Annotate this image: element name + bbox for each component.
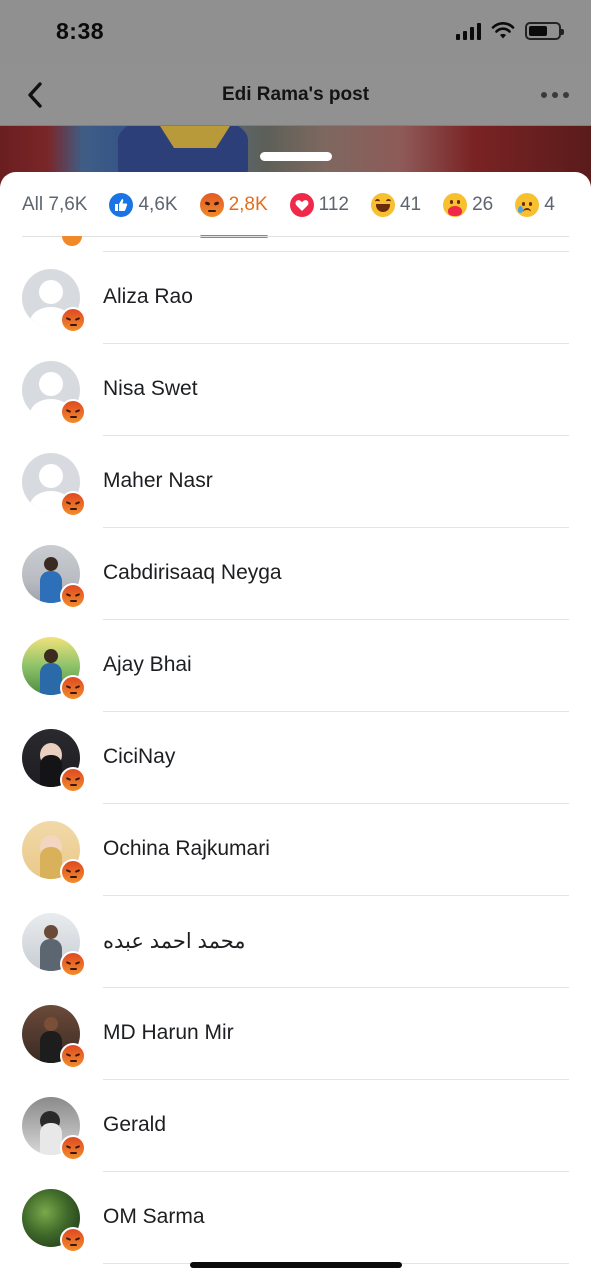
list-item[interactable]: Cabdirisaaq Neyga <box>0 528 591 620</box>
list-item[interactable]: Nisa Swet <box>0 344 591 436</box>
tab-label: 112 <box>318 194 349 215</box>
angry-reaction-badge <box>60 307 86 333</box>
angry-reaction-badge <box>60 951 86 977</box>
angry-reaction-badge <box>60 859 86 885</box>
list-item[interactable]: OM Sarma <box>0 1172 591 1264</box>
tab-like[interactable]: 4,6K <box>109 172 178 238</box>
tab-haha[interactable]: 41 <box>370 172 422 238</box>
person-name[interactable]: Maher Nasr <box>103 469 213 493</box>
angry-reaction-badge <box>60 1135 86 1161</box>
sad-icon <box>515 193 540 217</box>
tab-label: 2,8K <box>228 194 268 215</box>
tab-label: All 7,6K <box>22 194 88 215</box>
angry-reaction-badge <box>60 583 86 609</box>
list-item[interactable]: Aliza Rao <box>0 251 591 344</box>
list-item[interactable]: Ochina Rajkumari <box>0 804 591 896</box>
home-indicator[interactable] <box>190 1262 402 1268</box>
angry-reaction-badge <box>60 1043 86 1069</box>
list-item[interactable]: Maher Nasr <box>0 436 591 528</box>
person-name[interactable]: محمد احمد عبده <box>103 929 246 954</box>
reactions-screen: 8:38 Edi Rama's post All 7,6K 4,6K 2,8K … <box>0 0 591 1280</box>
person-name[interactable]: Cabdirisaaq Neyga <box>103 561 282 585</box>
ellipsis-icon <box>541 92 547 98</box>
tab-all[interactable]: All 7,6K <box>22 172 87 238</box>
more-options-button[interactable] <box>541 82 569 108</box>
list-item[interactable]: محمد احمد عبده <box>0 896 591 988</box>
tab-label: 41 <box>399 194 422 215</box>
reactors-list: Aliza Rao Nisa Swet Maher Nasr Cabdirisa… <box>0 236 591 1264</box>
sheet-grabber-handle[interactable] <box>260 152 332 161</box>
angry-reaction-badge <box>60 399 86 425</box>
angry-reaction-badge <box>60 767 86 793</box>
post-header: Edi Rama's post <box>0 64 591 126</box>
person-name[interactable]: Ochina Rajkumari <box>103 837 270 861</box>
like-icon <box>109 193 134 217</box>
tab-love[interactable]: 112 <box>289 172 349 238</box>
tab-care[interactable]: 26 <box>443 172 493 238</box>
tab-label: 26 <box>472 194 494 215</box>
cellular-signal-icon <box>456 22 481 40</box>
list-item[interactable]: MD Harun Mir <box>0 988 591 1080</box>
angry-reaction-badge <box>60 491 86 517</box>
status-time: 8:38 <box>56 18 105 44</box>
tab-label: 4 <box>544 194 555 215</box>
tab-angry[interactable]: 2,8K <box>199 172 268 238</box>
tab-label: 4,6K <box>138 194 178 215</box>
page-title: Edi Rama's post <box>221 84 370 105</box>
person-name[interactable]: CiciNay <box>103 745 175 769</box>
angry-reaction-badge <box>60 1227 86 1253</box>
angry-icon <box>199 193 224 217</box>
person-name[interactable]: Gerald <box>103 1113 166 1137</box>
angry-reaction-badge <box>62 236 82 246</box>
person-name[interactable]: Aliza Rao <box>103 285 193 309</box>
person-name[interactable]: OM Sarma <box>103 1205 205 1229</box>
status-bar: 8:38 <box>0 0 591 64</box>
care-icon <box>443 193 468 217</box>
status-icons <box>456 22 564 40</box>
reactions-sheet: All 7,6K 4,6K 2,8K 112 41 26 4 Aliza Rao… <box>0 172 591 1280</box>
love-icon <box>289 193 314 217</box>
person-name[interactable]: Nisa Swet <box>103 377 198 401</box>
angry-reaction-badge <box>60 675 86 701</box>
tab-sad[interactable]: 4 <box>515 172 555 238</box>
battery-icon <box>525 22 564 40</box>
list-item[interactable]: CiciNay <box>0 712 591 804</box>
reaction-tabs: All 7,6K 4,6K 2,8K 112 41 26 4 <box>0 172 591 238</box>
tabs-divider <box>22 236 569 237</box>
wifi-icon <box>491 22 515 39</box>
person-name[interactable]: Ajay Bhai <box>103 653 192 677</box>
person-name[interactable]: MD Harun Mir <box>103 1021 234 1045</box>
haha-icon <box>370 193 395 217</box>
list-item[interactable]: Gerald <box>0 1080 591 1172</box>
list-item[interactable]: Ajay Bhai <box>0 620 591 712</box>
